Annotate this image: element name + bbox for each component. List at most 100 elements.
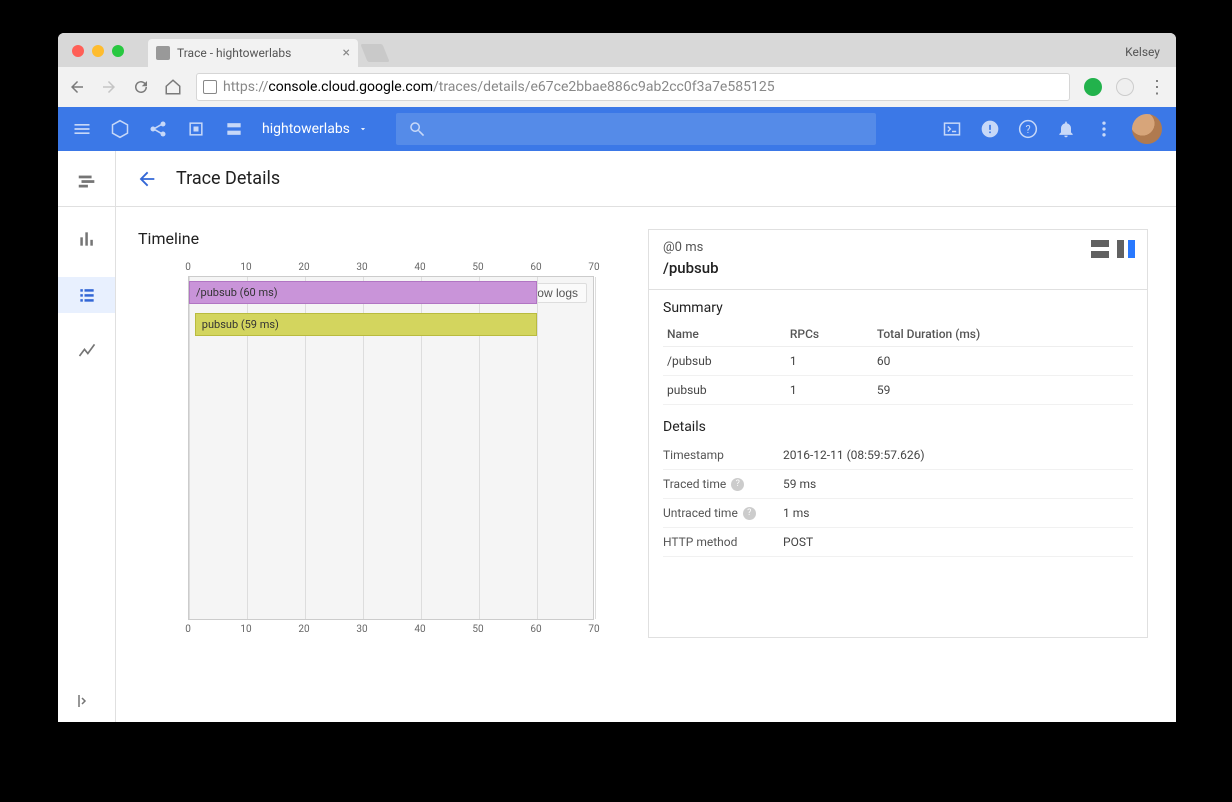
- svg-text:?: ?: [1025, 123, 1030, 136]
- axis-top: 0 10 20 30 40 50 60 70: [188, 262, 608, 276]
- axis-tick: 10: [240, 624, 251, 635]
- extension-icon-1[interactable]: [1084, 78, 1102, 96]
- reload-button[interactable]: [132, 78, 150, 96]
- details-body: Summary NameRPCsTotal Duration (ms) /pub…: [649, 290, 1147, 567]
- axis-tick: 0: [185, 262, 191, 273]
- feedback-icon[interactable]: [980, 119, 1000, 139]
- summary-row[interactable]: /pubsub160: [663, 347, 1133, 376]
- detail-row: HTTP methodPOST: [663, 528, 1133, 557]
- axis-tick: 50: [472, 624, 483, 635]
- product-icon-4[interactable]: [224, 119, 244, 139]
- detail-key: Traced time?: [663, 477, 783, 491]
- back-button[interactable]: [68, 78, 86, 96]
- project-selector[interactable]: hightowerlabs: [262, 121, 368, 137]
- expand-nav-icon[interactable]: [76, 692, 94, 710]
- product-icon-2[interactable]: [148, 119, 168, 139]
- search-box[interactable]: [396, 113, 876, 145]
- side-nav: [58, 151, 116, 722]
- forward-button: [100, 78, 118, 96]
- window-minimize-button[interactable]: [92, 45, 104, 57]
- summary-header: Name: [663, 322, 786, 347]
- summary-table: NameRPCsTotal Duration (ms) /pubsub160pu…: [663, 322, 1133, 405]
- cloud-console: hightowerlabs ?: [58, 107, 1176, 722]
- browser-menu-icon[interactable]: ⋮: [1148, 77, 1166, 98]
- detail-row: Untraced time?1 ms: [663, 499, 1133, 528]
- axis-tick: 40: [414, 262, 425, 273]
- url-scheme: https://: [223, 79, 268, 95]
- content-body: Timeline 010203040506070 Show logs /pubs…: [116, 207, 1176, 638]
- summary-title: Summary: [663, 300, 1133, 316]
- chevron-down-icon: [358, 124, 368, 134]
- axis-tick: 60: [530, 624, 541, 635]
- back-arrow-icon[interactable]: [136, 168, 158, 190]
- axis-tick: 20: [298, 624, 309, 635]
- layout-split-icon[interactable]: [1117, 240, 1135, 258]
- axis-tick: 40: [414, 624, 425, 635]
- detail-value: POST: [783, 535, 813, 549]
- site-info-icon[interactable]: [203, 80, 217, 94]
- timeline-span[interactable]: pubsub (59 ms): [195, 313, 537, 336]
- axis-tick: 30: [356, 262, 367, 273]
- browser-profile-name[interactable]: Kelsey: [1125, 45, 1160, 59]
- cloud-shell-icon[interactable]: [942, 119, 962, 139]
- window-maximize-button[interactable]: [112, 45, 124, 57]
- summary-header: RPCs: [786, 322, 873, 347]
- product-icon-1[interactable]: [110, 119, 130, 139]
- tab-close-icon[interactable]: ×: [343, 45, 350, 61]
- search-icon: [408, 120, 426, 138]
- axis-tick: 10: [240, 262, 251, 273]
- product-icon-3[interactable]: [186, 119, 206, 139]
- axis-tick: 20: [298, 262, 309, 273]
- layout-stacked-icon[interactable]: [1091, 240, 1109, 258]
- account-avatar[interactable]: [1132, 114, 1162, 144]
- timeline-plot[interactable]: Show logs /pubsub (60 ms)pubsub (59 ms): [188, 276, 594, 620]
- tab-favicon: [156, 46, 170, 60]
- details-panel: @0 ms /pubsub Summary NameRPCsTotal Dura…: [648, 229, 1148, 638]
- axis-tick: 30: [356, 624, 367, 635]
- span-offset: @0 ms: [663, 240, 1133, 255]
- tab-title: Trace - hightowerlabs: [177, 46, 291, 60]
- timeline-span[interactable]: /pubsub (60 ms): [189, 281, 537, 304]
- browser-toolbar: https://console.cloud.google.com/traces/…: [58, 67, 1176, 107]
- details-header: @0 ms /pubsub: [649, 230, 1147, 290]
- help-icon[interactable]: ?: [731, 478, 744, 491]
- summary-header: Total Duration (ms): [873, 322, 1133, 347]
- address-bar[interactable]: https://console.cloud.google.com/traces/…: [196, 73, 1070, 101]
- home-button[interactable]: [164, 78, 182, 96]
- window-close-button[interactable]: [72, 45, 84, 57]
- detail-value: 2016-12-11 (08:59:57.626): [783, 448, 925, 462]
- browser-window: Trace - hightowerlabs × Kelsey https://c…: [58, 33, 1176, 722]
- extension-icon-2[interactable]: [1116, 78, 1134, 96]
- nav-analysis-icon[interactable]: [75, 339, 99, 363]
- help-icon[interactable]: ?: [1018, 119, 1038, 139]
- page-title: Trace Details: [176, 168, 280, 189]
- summary-row[interactable]: pubsub159: [663, 376, 1133, 405]
- url-path: /traces/details/e67ce2bbae886c9ab2cc0f3a…: [433, 79, 775, 95]
- detail-value: 1 ms: [783, 506, 809, 520]
- browser-chrome: Trace - hightowerlabs × Kelsey https://c…: [58, 33, 1176, 107]
- detail-key: Untraced time?: [663, 506, 783, 520]
- browser-tab[interactable]: Trace - hightowerlabs ×: [148, 39, 358, 67]
- details-title: Details: [663, 419, 1133, 435]
- axis-tick: 0: [185, 624, 191, 635]
- more-icon[interactable]: [1094, 119, 1114, 139]
- timeline-column: Timeline 010203040506070 Show logs /pubs…: [138, 229, 608, 638]
- axis-tick: 70: [588, 262, 599, 273]
- detail-key: HTTP method: [663, 535, 783, 549]
- hamburger-menu-icon[interactable]: [72, 119, 92, 139]
- axis-tick: 60: [530, 262, 541, 273]
- timeline-title: Timeline: [138, 229, 608, 248]
- window-controls: [72, 45, 124, 57]
- nav-trace-list-icon[interactable]: [58, 277, 115, 313]
- axis-tick: 70: [588, 624, 599, 635]
- detail-key: Timestamp: [663, 448, 783, 462]
- help-icon[interactable]: ?: [743, 507, 756, 520]
- console-top-bar: hightowerlabs ?: [58, 107, 1176, 151]
- url-host: console.cloud.google.com: [268, 79, 433, 95]
- notifications-icon[interactable]: [1056, 119, 1076, 139]
- axis-tick: 50: [472, 262, 483, 273]
- new-tab-button[interactable]: [360, 44, 389, 62]
- main-area: Trace Details Timeline 0 10 20 30 40 50 60 70 S…: [58, 151, 1176, 722]
- nav-overview-icon[interactable]: [75, 227, 99, 251]
- trace-product-icon[interactable]: [58, 169, 115, 207]
